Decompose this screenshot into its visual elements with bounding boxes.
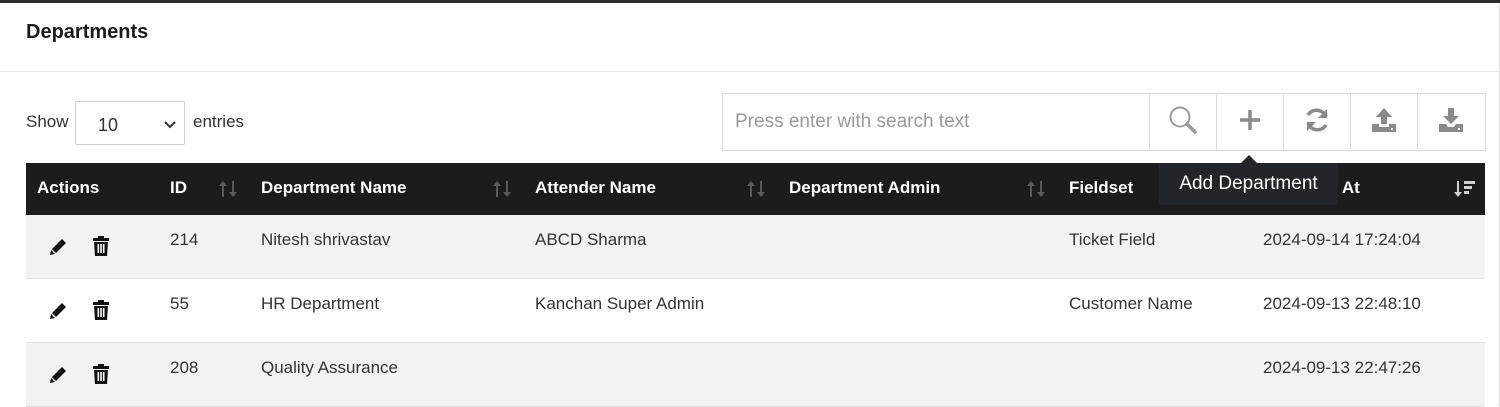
cell-created-at: 2024-09-14 17:24:04 (1263, 230, 1421, 249)
download-button[interactable] (1417, 94, 1484, 150)
search-button[interactable] (1149, 94, 1216, 150)
cell-fieldset: Ticket Field (1069, 230, 1156, 249)
title-divider (0, 71, 1500, 72)
entries-label: entries (193, 112, 245, 131)
pencil-icon[interactable] (49, 364, 69, 389)
show-label: Show (26, 112, 69, 131)
table-row: 55 HR Department Kanchan Super Admin Cus… (26, 279, 1485, 343)
cell-created-at: 2024-09-13 22:48:10 (1263, 294, 1421, 313)
sort-icon[interactable] (218, 179, 238, 204)
cell-fieldset: Customer Name (1069, 294, 1193, 313)
top-border (0, 0, 1500, 3)
trash-icon[interactable] (92, 364, 110, 389)
cell-id: 208 (170, 358, 199, 377)
cell-id: 55 (170, 294, 189, 313)
search-input[interactable] (723, 94, 1149, 150)
column-header-attender-name[interactable]: Attender Name (535, 178, 656, 198)
page-title: Departments (26, 21, 149, 43)
cell-attender-name: Kanchan Super Admin (535, 294, 705, 313)
cell-department-name: HR Department (261, 294, 380, 313)
column-header-department-admin[interactable]: Department Admin (789, 178, 940, 198)
refresh-icon (1303, 106, 1331, 139)
pencil-icon[interactable] (49, 236, 69, 261)
chevron-down-icon (160, 114, 180, 139)
download-icon (1437, 106, 1465, 139)
table-toolbar (722, 93, 1486, 151)
sort-icon[interactable] (746, 179, 766, 204)
cell-department-name: Nitesh shrivastav (261, 230, 391, 249)
trash-icon[interactable] (92, 236, 110, 261)
sort-icon[interactable] (492, 179, 512, 204)
column-header-fieldset[interactable]: Fieldset (1069, 178, 1133, 198)
column-header-department-name[interactable]: Department Name (261, 178, 407, 198)
sort-icon[interactable] (1026, 179, 1046, 204)
tooltip-arrow (1241, 155, 1257, 163)
column-header-actions: Actions (37, 178, 100, 197)
cell-attender-name: ABCD Sharma (535, 230, 647, 249)
cell-department-name: Quality Assurance (261, 358, 399, 377)
entries-select-value: 10 (98, 115, 119, 135)
search-icon (1166, 103, 1200, 142)
refresh-button[interactable] (1283, 94, 1350, 150)
cell-created-at: 2024-09-13 22:47:26 (1263, 358, 1421, 377)
table-row: 208 Quality Assurance 2024-09-13 22:47:2… (26, 343, 1485, 407)
entries-select[interactable]: 10 (75, 101, 185, 145)
sort-descending-icon[interactable] (1454, 179, 1476, 204)
table-row: 214 Nitesh shrivastav ABCD Sharma Ticket… (26, 215, 1485, 279)
add-department-button[interactable] (1216, 94, 1283, 150)
upload-button[interactable] (1350, 94, 1417, 150)
column-header-id[interactable]: ID (170, 178, 187, 198)
add-department-tooltip: Add Department (1159, 163, 1338, 205)
cell-id: 214 (170, 230, 199, 249)
upload-icon (1370, 106, 1398, 139)
plus-icon (1238, 108, 1262, 137)
trash-icon[interactable] (92, 300, 110, 325)
pencil-icon[interactable] (49, 300, 69, 325)
